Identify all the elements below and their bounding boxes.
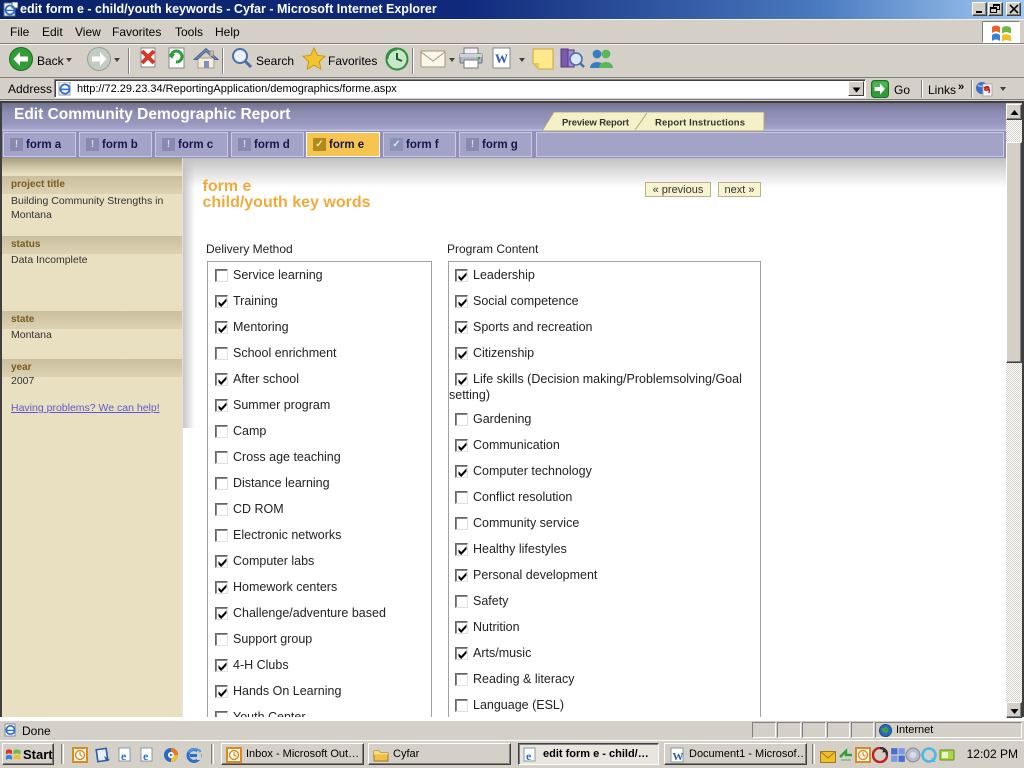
svg-text:Report Instructions: Report Instructions (655, 118, 745, 129)
svg-text:e: e (121, 749, 127, 763)
svg-text:W: W (495, 51, 508, 66)
svg-text:e: e (143, 749, 149, 763)
svg-text:Preview Report: Preview Report (562, 118, 630, 129)
svg-text:e: e (526, 749, 532, 763)
svg-text:W: W (673, 751, 684, 763)
